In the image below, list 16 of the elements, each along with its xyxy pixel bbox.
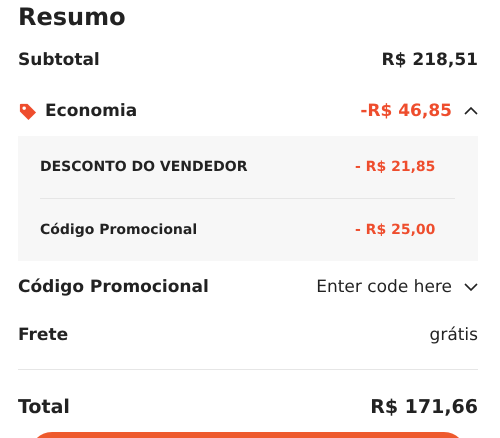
savings-label: Economia — [45, 101, 138, 121]
tag-icon — [18, 102, 37, 120]
discount-label: Código Promocional — [40, 222, 198, 238]
enter-code-link[interactable]: Enter code here — [316, 277, 452, 297]
discount-value: - R$ 21,85 — [355, 159, 436, 175]
subtotal-label: Subtotal — [18, 50, 100, 70]
total-value: R$ 171,66 — [370, 396, 478, 418]
shipping-value: grátis — [430, 325, 478, 345]
total-label: Total — [18, 396, 70, 418]
discount-value: - R$ 25,00 — [355, 222, 436, 238]
promo-code-label: Código Promocional — [18, 277, 209, 297]
subtotal-value: R$ 218,51 — [382, 50, 478, 70]
discount-label: DESCONTO DO VENDEDOR — [40, 159, 248, 175]
shipping-label: Frete — [18, 325, 68, 345]
summary-title: Resumo — [18, 2, 127, 33]
savings-value: -R$ 46,85 — [360, 101, 452, 121]
